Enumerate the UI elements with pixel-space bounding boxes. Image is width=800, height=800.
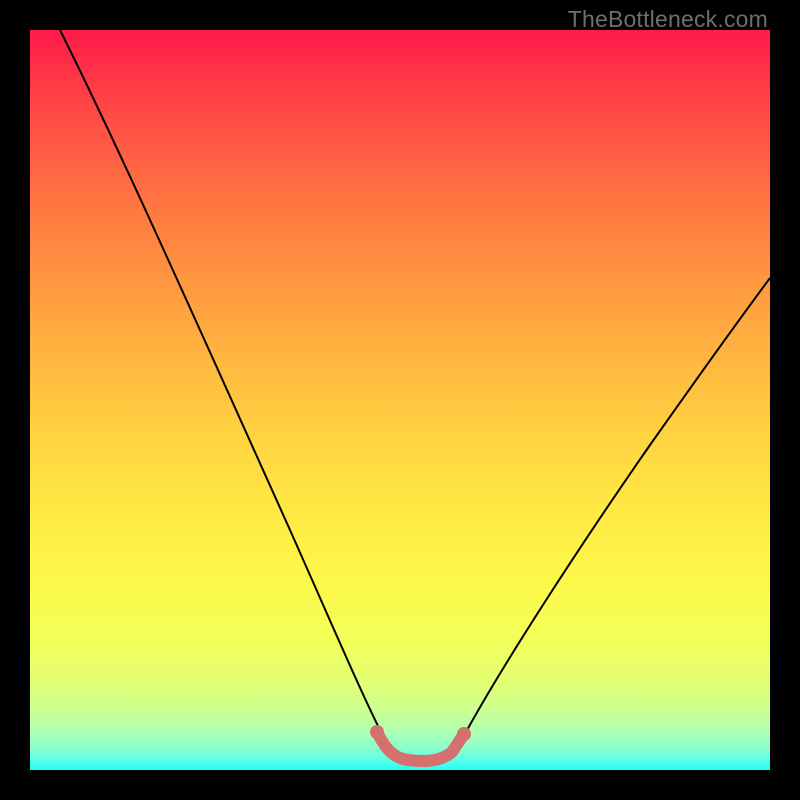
optimal-range-start-dot: [370, 725, 384, 739]
optimal-range-band: [377, 732, 464, 761]
chart-frame: TheBottleneck.com: [0, 0, 800, 800]
curve-svg: [30, 30, 770, 770]
optimal-range-end-dot: [457, 727, 471, 741]
watermark-text: TheBottleneck.com: [568, 6, 768, 33]
bottleneck-curve: [60, 30, 770, 760]
plot-area: [30, 30, 770, 770]
